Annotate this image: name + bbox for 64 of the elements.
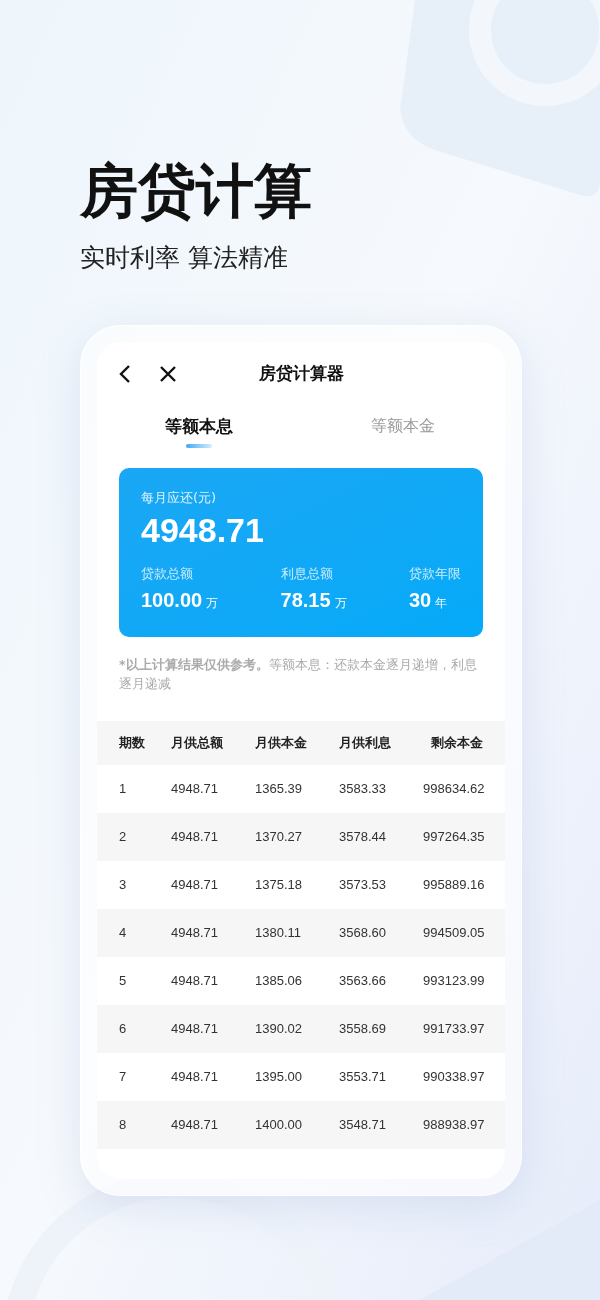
table-cell-text: 4948.71: [171, 1116, 219, 1135]
column-header: 月供总额: [171, 734, 224, 753]
table-cell-text: 3568.60: [339, 924, 387, 943]
stat-value: 100.00: [141, 588, 203, 613]
table-cell-text: 1380.11: [255, 924, 303, 943]
table-cell-text: 2: [119, 828, 128, 847]
stat-value: 30: [409, 588, 432, 613]
table-cell-text: 7: [119, 1068, 128, 1087]
tab-indicator: [186, 443, 212, 448]
table-cell-text: 3578.44: [339, 828, 387, 847]
table-cell-text: 5: [119, 972, 128, 991]
table-cell-text: 1375.18: [255, 876, 303, 895]
stat-label: 贷款总额: [141, 564, 194, 583]
close-icon[interactable]: [159, 365, 177, 383]
table-cell-text: 8: [119, 1116, 128, 1135]
column-header: 剩余本金: [430, 734, 483, 753]
monthly-label: 每月应还(元): [141, 489, 218, 507]
table-cell-text: 991733.97: [423, 1020, 485, 1039]
table-cell-text: 3553.71: [339, 1068, 387, 1087]
table-cell-text: 3558.69: [339, 1020, 387, 1039]
table-cell-text: 4948.71: [171, 972, 219, 991]
table-cell-text: 3573.53: [339, 876, 387, 895]
column-header: 月供利息: [339, 734, 392, 753]
column-header: 期数: [119, 734, 146, 753]
table-cell-text: 1385.06: [255, 972, 303, 991]
back-icon[interactable]: [119, 364, 131, 384]
stat-unit: 万: [206, 595, 219, 612]
table-cell-text: 995889.16: [423, 876, 485, 895]
headline: 房贷计算: [80, 156, 313, 227]
subtitle: 实时利率 算法精准: [80, 242, 289, 274]
stat-unit: 万: [334, 595, 347, 612]
table-cell-text: 3583.33: [339, 780, 387, 799]
table-cell-text: 4948.71: [171, 1020, 219, 1039]
tab[interactable]: 等额本息: [97, 406, 301, 458]
stat-label: 贷款年限: [409, 564, 461, 583]
table-cell-text: 4948.71: [171, 780, 219, 799]
table-cell-text: 4948.71: [171, 924, 219, 943]
table-cell-text: 1400.00: [255, 1116, 303, 1135]
table-cell-text: 1370.27: [255, 828, 303, 847]
table-cell-text: 997264.35: [423, 828, 485, 847]
table-cell-text: 1365.39: [255, 780, 303, 799]
table-cell-text: 1390.02: [255, 1020, 303, 1039]
table-cell-text: 6: [119, 1020, 128, 1039]
stat-value: 78.15: [280, 588, 331, 613]
table-cell-text: 994509.05: [423, 924, 485, 943]
table-cell-text: 998634.62: [423, 780, 485, 799]
table-cell-text: 988938.97: [423, 1116, 485, 1135]
table-cell-text: 3548.71: [339, 1116, 387, 1135]
table-cell-text: 4: [119, 924, 128, 943]
table-cell-text: 3563.66: [339, 972, 387, 991]
table-cell-text: 993123.99: [423, 972, 485, 991]
column-header: 月供本金: [255, 734, 308, 753]
table-cell-text: 990338.97: [423, 1068, 485, 1087]
stat-unit: 年: [435, 595, 448, 612]
table-cell-text: 1395.00: [255, 1068, 303, 1087]
stat-label: 利息总额: [280, 564, 334, 583]
screen-title: 房贷计算器: [258, 362, 344, 386]
table-cell-text: 4948.71: [171, 876, 219, 895]
table-cell-text: 4948.71: [171, 1068, 219, 1087]
table-cell-text: 1: [119, 780, 128, 799]
disclaimer-note: *以上计算结果仅供参考。等额本息：还款本金逐月递增，利息逐月递减: [119, 656, 478, 693]
table-cell-text: 4948.71: [171, 828, 219, 847]
monthly-value: 4948.71: [141, 509, 265, 551]
table-cell-text: 3: [119, 876, 128, 895]
